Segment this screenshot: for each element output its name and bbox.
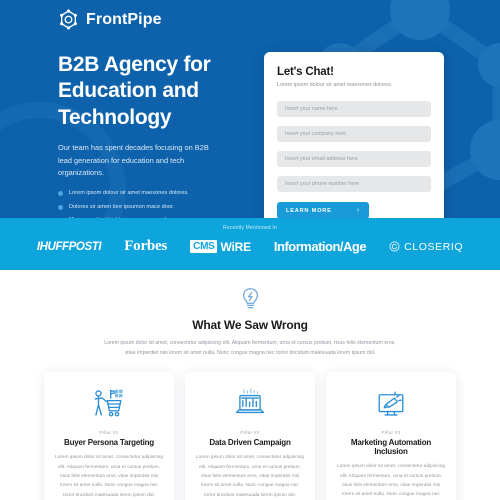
- shopper-cart-icon: [94, 389, 123, 417]
- name-field[interactable]: [277, 101, 431, 117]
- hero-subcopy: Our team has spent decades focusing on B…: [58, 143, 209, 177]
- landing-page: FrontPipe B2B Agency for Education and T…: [0, 0, 500, 500]
- press-logo-row: IHUFFPOSTI Forbes CMS WiRE Information/A…: [0, 238, 500, 255]
- pillar-label: Pillar #3: [381, 431, 401, 437]
- pillar-label: Pillar #2: [240, 431, 260, 437]
- brand-logo[interactable]: FrontPipe: [58, 9, 162, 30]
- pillar-title: Buyer Persona Targeting: [64, 438, 154, 448]
- pillar-card-row: Pillar #1 Buyer Persona Targeting Lorem …: [0, 358, 500, 500]
- list-item: Lorem ipsom dolour sir amet maexones dol…: [58, 190, 250, 197]
- card-icon-wrap: [196, 386, 304, 422]
- section-icon-wrap: [0, 287, 500, 311]
- forbes-logo[interactable]: Forbes: [124, 238, 167, 255]
- pillar-card-3: Pillar #3 Marketing Automation Inclusion…: [326, 372, 456, 500]
- list-item: Dolores sir amen lore ipsumon mace door.: [58, 203, 250, 211]
- chevron-right-icon: ›: [356, 207, 360, 214]
- what-we-saw-wrong-section: What We Saw Wrong Lorem ipsum dolor sit …: [0, 270, 500, 358]
- pillar-body: Lorem ipsum dolor sit amet, consectetur …: [55, 455, 163, 498]
- hexagon-node-logo-icon: [60, 9, 77, 30]
- bullet-dot-icon: [58, 191, 63, 197]
- closeriq-text: CLOSERIQ: [404, 240, 464, 253]
- pillar-title: Marketing Automation Inclusion: [350, 438, 432, 457]
- form-subtitle: Lorem ipsom dolour sir amet maexones dol…: [277, 82, 393, 88]
- cmswire-boxed-text: CMS: [190, 240, 218, 253]
- section-title: What We Saw Wrong: [192, 318, 308, 332]
- information-age-logo[interactable]: Information/Age: [274, 239, 367, 254]
- bullet-text: Dolores sir amen lore ipsumon mace door.: [69, 203, 175, 210]
- pillar-label: Pillar #1: [99, 431, 119, 437]
- card-icon-wrap: [55, 386, 163, 422]
- learn-more-label: LEARN MORE: [286, 207, 332, 214]
- phone-field[interactable]: [277, 176, 431, 192]
- section-description: Lorem ipsum dolor sit amet, consectetur …: [104, 340, 396, 356]
- pillar-body: Lorem ipsum dolor sit amet, consectetur …: [196, 455, 304, 498]
- monitor-megaphone-icon: [378, 391, 404, 416]
- laptop-data-icon: [235, 388, 265, 414]
- bullet-dot-icon: [58, 204, 63, 210]
- press-band: Recently Mentioned In IHUFFPOSTI Forbes …: [0, 218, 500, 270]
- brand-name: FrontPipe: [86, 10, 162, 28]
- cmswire-logo[interactable]: CMS WiRE: [190, 240, 251, 254]
- hero-bullet-list: Lorem ipsom dolour sir amet maexones dol…: [58, 190, 250, 218]
- lightbulb-icon: [242, 288, 258, 309]
- company-field[interactable]: [277, 126, 431, 142]
- cmswire-wire-text: WiRE: [220, 239, 251, 254]
- bullet-text: Lorem ipsom dolour sir amet maexones dol…: [69, 190, 189, 197]
- pillar-card-2: Pillar #2 Data Driven Campaign Lorem ips…: [185, 372, 315, 500]
- hero-section: FrontPipe B2B Agency for Education and T…: [0, 0, 500, 218]
- spiral-circle-icon: [389, 241, 400, 252]
- email-field[interactable]: [277, 151, 431, 167]
- card-icon-wrap: [337, 386, 445, 422]
- pillar-body: Lorem ipsum dolor sit amet, consectetur …: [337, 464, 445, 498]
- learn-more-button[interactable]: LEARN MORE ›: [277, 202, 369, 218]
- pillar-title: Data Driven Campaign: [209, 438, 291, 448]
- form-title: Let's Chat!: [277, 66, 334, 78]
- hero-headline: B2B Agency for Education and Technology: [58, 53, 211, 129]
- pillar-card-1: Pillar #1 Buyer Persona Targeting Lorem …: [44, 372, 174, 500]
- closeriq-logo[interactable]: CLOSERIQ: [389, 241, 463, 253]
- press-band-label: Recently Mentioned In: [223, 225, 277, 231]
- contact-form-card: Let's Chat! Lorem ipsom dolour sir amet …: [264, 52, 444, 218]
- huffpost-logo[interactable]: IHUFFPOSTI: [37, 241, 102, 253]
